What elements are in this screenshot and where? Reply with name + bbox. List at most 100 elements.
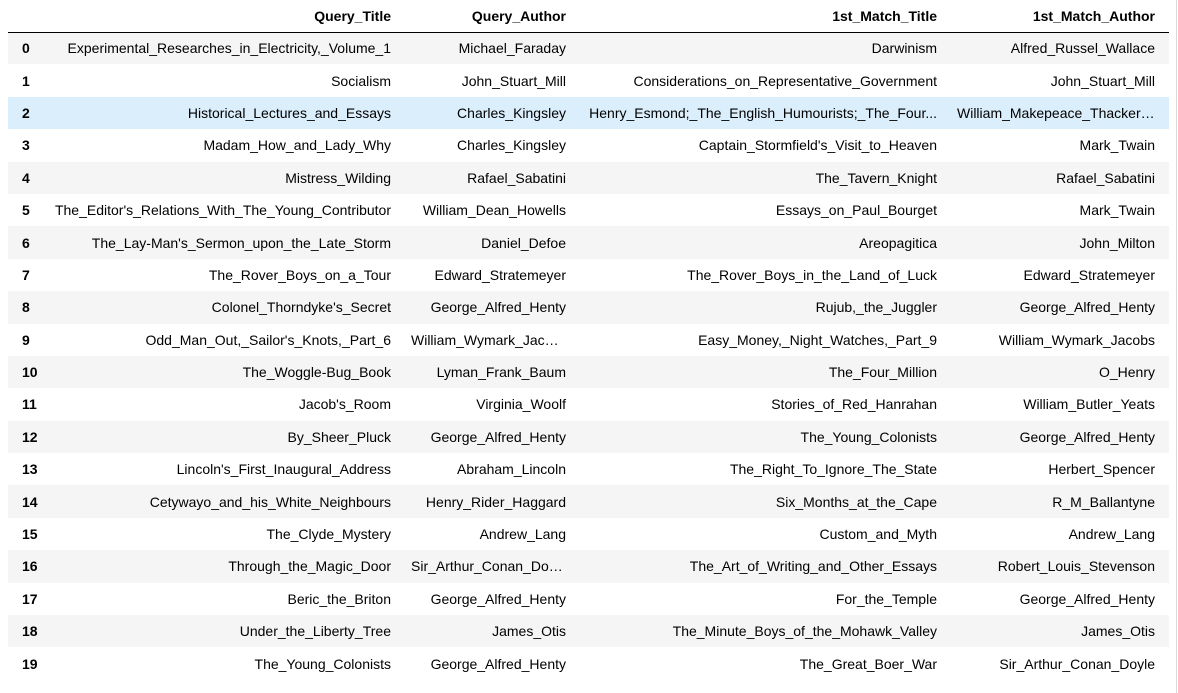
cell-match-title: The_Right_To_Ignore_The_State <box>729 461 937 478</box>
table-row: 3 Madam_How_and_Lady_Why Charles_Kingsley C… <box>8 129 1169 161</box>
cell-query-title: The_Woggle-Bug_Book <box>45 355 405 389</box>
table-header: Query_Title Query_Author 1st_Match_Title… <box>8 0 1169 33</box>
table-row: 11 Jacob's_Room Virginia_Woolf Stories_of_R… <box>8 388 1169 420</box>
cell-match-author: Mark_Twain <box>1079 202 1155 219</box>
dataframe-table: Query_Title Query_Author 1st_Match_Title… <box>8 0 1169 680</box>
row-index: 6 <box>8 226 45 259</box>
cell-match-author: William_Butler_Yeats <box>1023 396 1155 413</box>
cell-query-author: Abraham_Lincoln <box>457 461 566 478</box>
row-index: 19 <box>22 655 38 672</box>
cell-query-author: Henry_Rider_Haggard <box>405 485 580 518</box>
cell-match-author: Sir_Arthur_Conan_Doyle <box>999 655 1155 672</box>
cell-match-title: The_Great_Boer_War <box>799 655 937 672</box>
table-row: 8 Colonel_Thorndyke's_Secret George_Alfred… <box>8 291 1169 324</box>
cell-query-author: Lyman_Frank_Baum <box>405 355 580 389</box>
cell-query-title: Mistress_Wilding <box>45 161 405 194</box>
cell-match-author: Herbert_Spencer <box>1048 461 1155 478</box>
row-index: 8 <box>8 291 45 324</box>
row-index: 12 <box>8 420 45 454</box>
cell-match-title: Henry_Esmond;_The_English_Humourists;_Th… <box>580 96 951 130</box>
cell-query-title: Colonel_Thorndyke's_Secret <box>45 291 405 324</box>
cell-query-title: Under_the_Liberty_Tree <box>45 615 405 648</box>
table-row: 10 The_Woggle-Bug_Book Lyman_Frank_Baum The… <box>8 355 1169 389</box>
cell-query-title: The_Lay-Man's_Sermon_upon_the_Late_Storm <box>45 226 405 259</box>
cell-match-author: Rafael_Sabatini <box>951 161 1169 194</box>
cell-match-author: Andrew_Lang <box>1068 526 1155 543</box>
row-index: 15 <box>22 526 38 543</box>
table-row: 4 Mistress_Wilding Rafael_Sabatini The_Tave… <box>8 161 1169 194</box>
row-index: 10 <box>8 355 45 389</box>
cell-match-title: The_Art_of_Writing_and_Other_Essays <box>580 550 951 583</box>
cell-query-title: The_Editor's_Relations_With_The_Young_Co… <box>54 202 391 219</box>
cell-query-author: Charles_Kingsley <box>457 137 566 154</box>
cell-match-title: The_Rover_Boys_in_the_Land_of_Luck <box>687 266 937 283</box>
cell-match-title: Darwinism <box>580 32 951 65</box>
cell-query-title: Madam_How_and_Lady_Why <box>203 137 391 154</box>
cell-query-title: The_Rover_Boys_on_a_Tour <box>208 266 391 283</box>
column-header-query-author: Query_Author <box>405 0 580 33</box>
cell-match-author: William_Wymark_Jacobs <box>998 331 1155 348</box>
table-row: 17 Beric_the_Briton George_Alfred_Henty For… <box>8 583 1169 615</box>
row-index: 16 <box>8 550 45 583</box>
cell-query-author: John_Stuart_Mill <box>461 72 566 89</box>
cell-query-title: Through_the_Magic_Door <box>45 550 405 583</box>
cell-match-title: Rujub,_the_Juggler <box>580 291 951 324</box>
table-row: 5 The_Editor's_Relations_With_The_Young_C… <box>8 194 1169 226</box>
cell-query-author: Daniel_Defoe <box>405 226 580 259</box>
cell-match-author: John_Stuart_Mill <box>1050 72 1155 89</box>
cell-query-title: Jacob's_Room <box>298 396 391 413</box>
cell-query-author: Michael_Faraday <box>405 32 580 65</box>
header-row: Query_Title Query_Author 1st_Match_Title… <box>8 0 1169 33</box>
cell-match-title: Six_Months_at_the_Cape <box>580 485 951 518</box>
table-row: 15 The_Clyde_Mystery Andrew_Lang Custom_and… <box>8 518 1169 550</box>
row-index: 11 <box>22 396 37 413</box>
cell-query-title: The_Clyde_Mystery <box>266 526 392 543</box>
cell-match-title: The_Four_Million <box>580 355 951 389</box>
column-header-match-title: 1st_Match_Title <box>580 0 951 33</box>
cell-match-title: Stories_of_Red_Hanrahan <box>771 396 937 413</box>
cell-match-title: The_Minute_Boys_of_the_Mohawk_Valley <box>580 615 951 648</box>
table-row: 0 Experimental_Researches_in_Electricity,… <box>8 32 1169 65</box>
row-index: 17 <box>22 590 38 607</box>
row-index: 14 <box>8 485 45 518</box>
cell-match-title: Essays_on_Paul_Bourget <box>775 202 937 219</box>
cell-match-author: William_Makepeace_Thackeray <box>951 96 1169 130</box>
table-row: 2 Historical_Lectures_and_Essays Charles_K… <box>8 96 1169 130</box>
column-header-query-title: Query_Title <box>45 0 405 33</box>
cell-match-author: George_Alfred_Henty <box>1019 590 1155 607</box>
row-index: 2 <box>8 96 45 130</box>
cell-query-title: The_Young_Colonists <box>254 655 391 672</box>
cell-match-title: Captain_Stormfield's_Visit_to_Heaven <box>698 137 937 154</box>
cell-query-author: George_Alfred_Henty <box>430 655 566 672</box>
cell-match-author: O_Henry <box>951 355 1169 389</box>
cell-match-author: George_Alfred_Henty <box>951 420 1169 454</box>
cell-match-title: The_Young_Colonists <box>580 420 951 454</box>
cell-query-title: Socialism <box>331 72 391 89</box>
cell-match-author: George_Alfred_Henty <box>951 291 1169 324</box>
cell-match-title: Considerations_on_Representative_Governm… <box>633 72 937 89</box>
cell-query-author: William_Dean_Howells <box>422 202 566 219</box>
table-row: 9 Odd_Man_Out,_Sailor's_Knots,_Part_6 Will… <box>8 324 1169 356</box>
cell-query-author: Virginia_Woolf <box>476 396 566 413</box>
table-row: 12 By_Sheer_Pluck George_Alfred_Henty The_Y… <box>8 420 1169 454</box>
cell-match-title: For_the_Temple <box>835 590 937 607</box>
cell-match-author: Mark_Twain <box>1079 137 1155 154</box>
cell-match-title: Easy_Money,_Night_Watches,_Part_9 <box>698 331 937 348</box>
row-index: 0 <box>8 32 45 65</box>
cell-query-title: By_Sheer_Pluck <box>45 420 405 454</box>
row-index: 7 <box>22 266 30 283</box>
cell-match-author: Robert_Louis_Stevenson <box>951 550 1169 583</box>
table-row: 13 Lincoln's_First_Inaugural_Address Abrah… <box>8 453 1169 485</box>
table-row: 16 Through_the_Magic_Door Sir_Arthur_Conan… <box>8 550 1169 583</box>
cell-query-title: Odd_Man_Out,_Sailor's_Knots,_Part_6 <box>145 331 392 348</box>
cell-match-title: Custom_and_Myth <box>819 526 937 543</box>
cell-query-author: Sir_Arthur_Conan_Doyle <box>405 550 580 583</box>
cell-query-title: Cetywayo_and_his_White_Neighbours <box>45 485 405 518</box>
cell-query-author: Rafael_Sabatini <box>405 161 580 194</box>
table-row: 19 The_Young_Colonists George_Alfred_Henty… <box>8 647 1169 679</box>
row-index: 1 <box>22 72 30 89</box>
row-index: 3 <box>22 137 30 154</box>
row-index: 5 <box>22 202 30 219</box>
column-header-match-author: 1st_Match_Author <box>951 0 1169 33</box>
cell-query-title: Historical_Lectures_and_Essays <box>45 96 405 130</box>
